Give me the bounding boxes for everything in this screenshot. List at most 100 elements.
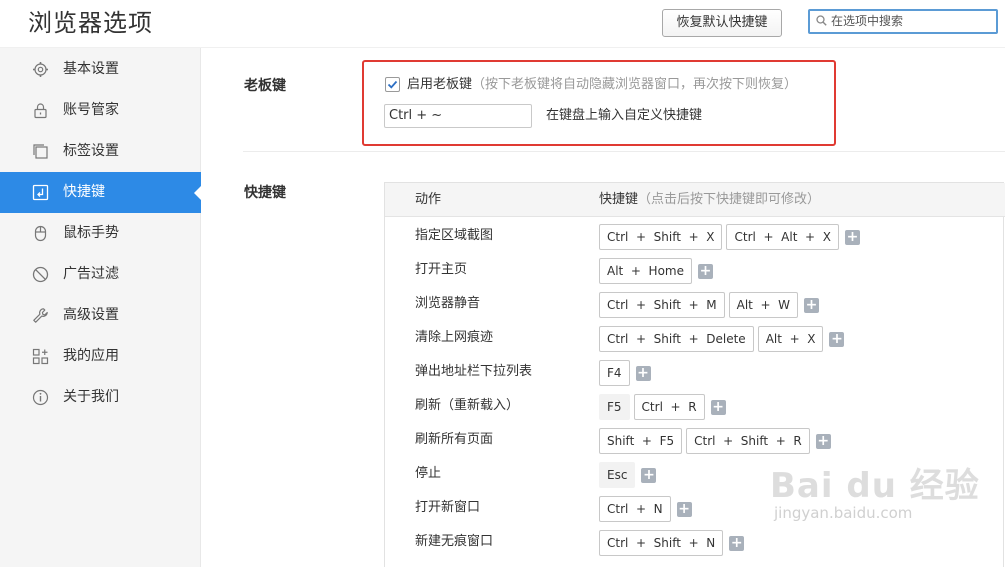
sidebar-item-advanced-settings[interactable]: 高级设置 <box>0 295 201 336</box>
sidebar-item-label: 我的应用 <box>63 348 119 364</box>
shortcut-key-button[interactable]: Ctrl + Shift + Delete <box>599 326 754 352</box>
sidebar-item-account-manager[interactable]: 账号管家 <box>0 90 201 131</box>
checkmark-icon <box>387 80 398 89</box>
shortcut-key-button[interactable]: Ctrl + Alt + X <box>726 224 839 250</box>
header-bar: 浏览器选项 恢复默认快捷键 在选项中搜索 <box>0 0 1005 48</box>
shortcut-action-label: 指定区域截图 <box>415 228 494 243</box>
shortcuts-section-label: 快捷键 <box>244 185 286 201</box>
column-header-shortcut: 快捷键（点击后按下快捷键即可修改） <box>599 183 820 217</box>
search-placeholder: 在选项中搜索 <box>831 14 904 28</box>
watermark-logo-text: Bai du 经验 <box>770 466 980 506</box>
shortcut-action-label: 打开主页 <box>415 262 468 277</box>
table-row: 浏览器静音 Ctrl + Shift + M Alt + W + <box>385 287 1005 321</box>
gear-icon <box>33 62 48 77</box>
table-row: 指定区域截图 Ctrl + Shift + X Ctrl + Alt + X + <box>385 219 1005 253</box>
tabs-icon <box>33 144 48 159</box>
page-title: 浏览器选项 <box>28 9 153 37</box>
highlight-box <box>362 60 836 146</box>
shortcut-key-button[interactable]: Ctrl + Shift + N <box>599 530 724 556</box>
sidebar-item-label: 基本设置 <box>63 61 119 77</box>
shortcut-key-button[interactable]: Shift + F5 <box>599 428 683 454</box>
boss-key-section-label: 老板键 <box>244 78 286 94</box>
info-icon <box>32 389 49 406</box>
block-icon <box>32 266 49 283</box>
sidebar-item-mouse-gestures[interactable]: 鼠标手势 <box>0 213 201 254</box>
table-row: 新建无痕窗口 Ctrl + Shift + N + <box>385 525 1005 559</box>
sidebar-item-label: 广告过滤 <box>63 266 119 282</box>
shortcut-keys: Shift + F5 Ctrl + Shift + R + <box>599 428 831 454</box>
shortcut-key-button[interactable]: Ctrl + Shift + M <box>599 292 725 318</box>
sidebar-item-label: 标签设置 <box>63 143 119 159</box>
add-shortcut-icon[interactable]: + <box>815 433 831 449</box>
shortcut-action-label: 刷新所有页面 <box>415 432 494 447</box>
wrench-icon <box>33 308 48 323</box>
sidebar-item-about-us[interactable]: 关于我们 <box>0 377 201 418</box>
boss-key-hotkey-input[interactable]: Ctrl + ~ <box>384 104 532 128</box>
shortcut-key-button[interactable]: Alt + X <box>757 326 824 352</box>
restore-default-shortcuts-button[interactable]: 恢复默认快捷键 <box>662 9 782 37</box>
shortcut-key-button[interactable]: F5 <box>599 394 630 420</box>
sidebar-item-label: 快捷键 <box>63 184 105 200</box>
shortcut-action-label: 刷新（重新载入） <box>415 398 520 413</box>
add-shortcut-icon[interactable]: + <box>635 365 651 381</box>
table-row: 刷新（重新载入） F5 Ctrl + R + <box>385 389 1005 423</box>
shortcut-action-label: 打开新窗口 <box>415 500 481 515</box>
shortcut-key-button[interactable]: Ctrl + R <box>633 394 705 420</box>
shortcut-key-button[interactable]: Ctrl + Shift + X <box>599 224 723 250</box>
add-shortcut-icon[interactable]: + <box>698 263 713 279</box>
table-row: 清除上网痕迹 Ctrl + Shift + Delete Alt + X + <box>385 321 1005 355</box>
sidebar-item-tab-settings[interactable]: 标签设置 <box>0 131 201 172</box>
column-header-shortcut-hint: （点击后按下快捷键即可修改） <box>638 192 821 207</box>
sidebar-item-ad-filter[interactable]: 广告过滤 <box>0 254 201 295</box>
shortcut-keys: Esc + <box>599 462 657 488</box>
column-header-action: 动作 <box>415 192 442 207</box>
shortcut-action-label: 弹出地址栏下拉列表 <box>415 364 533 379</box>
section-divider <box>243 151 1005 152</box>
sidebar-item-label: 高级设置 <box>63 307 119 323</box>
add-shortcut-icon[interactable]: + <box>710 399 726 415</box>
sidebar: 基本设置 账号管家 标签设置 快捷键 鼠标手势 广告过滤 高级设置 我的应用 关… <box>0 48 202 567</box>
shortcut-key-button[interactable]: Alt + Home <box>599 258 692 284</box>
column-header-shortcut-label: 快捷键 <box>599 192 639 207</box>
shortcut-key-button[interactable]: Ctrl + Shift + R <box>686 428 810 454</box>
boss-key-input-hint: 在键盘上输入自定义快捷键 <box>546 108 703 123</box>
lock-icon <box>34 103 47 119</box>
shortcut-keys: F5 Ctrl + R + <box>599 394 726 420</box>
add-shortcut-icon[interactable]: + <box>844 229 860 245</box>
add-shortcut-icon[interactable]: + <box>829 331 845 347</box>
shortcut-key-button[interactable]: Ctrl + N <box>599 496 671 522</box>
enable-boss-key-text: 启用老板键 <box>407 77 473 92</box>
shortcut-key-button[interactable]: F4 <box>599 360 630 386</box>
add-shortcut-icon[interactable]: + <box>676 501 692 517</box>
sidebar-item-label: 关于我们 <box>63 389 119 405</box>
mouse-icon <box>34 225 47 242</box>
add-shortcut-icon[interactable]: + <box>641 467 657 483</box>
sidebar-item-label: 鼠标手势 <box>63 225 119 241</box>
watermark-url: jingyan.baidu.com <box>774 504 913 522</box>
add-shortcut-icon[interactable]: + <box>729 535 745 551</box>
shortcut-action-label: 新建无痕窗口 <box>415 534 494 549</box>
search-icon <box>816 15 827 26</box>
shortcut-key-button[interactable]: Esc <box>599 462 636 488</box>
shortcut-keys: Ctrl + N + <box>599 496 692 522</box>
shortcut-keys: Ctrl + Shift + N + <box>599 530 745 556</box>
sidebar-item-my-apps[interactable]: 我的应用 <box>0 336 201 377</box>
sidebar-item-basic-settings[interactable]: 基本设置 <box>0 49 201 90</box>
shortcut-keys: Alt + Home + <box>599 258 713 284</box>
sidebar-item-shortcuts[interactable]: 快捷键 <box>0 172 202 213</box>
shortcut-key-button[interactable]: Alt + W <box>728 292 799 318</box>
table-row: 打开主页 Alt + Home + <box>385 253 1005 287</box>
enable-boss-key-label: 启用老板键（按下老板键将自动隐藏浏览器窗口，再次按下则恢复） <box>407 75 797 95</box>
table-row: 弹出地址栏下拉列表 F4 + <box>385 355 1005 389</box>
search-input[interactable]: 在选项中搜索 <box>808 9 998 34</box>
shortcut-keys: Ctrl + Shift + Delete Alt + X + <box>599 326 845 352</box>
shortcut-keys: Ctrl + Shift + M Alt + W + <box>599 292 820 318</box>
shortcut-keys: Ctrl + Shift + X Ctrl + Alt + X + <box>599 224 860 250</box>
add-shortcut-icon[interactable]: + <box>804 297 820 313</box>
apps-icon <box>32 348 49 365</box>
baidu-jingyan-watermark: Bai du 经验 jingyan.baidu.com <box>770 458 1000 524</box>
shortcut-action-label: 浏览器静音 <box>415 296 481 311</box>
enable-boss-key-checkbox[interactable] <box>385 77 400 92</box>
shortcut-action-label: 停止 <box>415 466 442 481</box>
table-row: 刷新所有页面 Shift + F5 Ctrl + Shift + R + <box>385 423 1005 457</box>
